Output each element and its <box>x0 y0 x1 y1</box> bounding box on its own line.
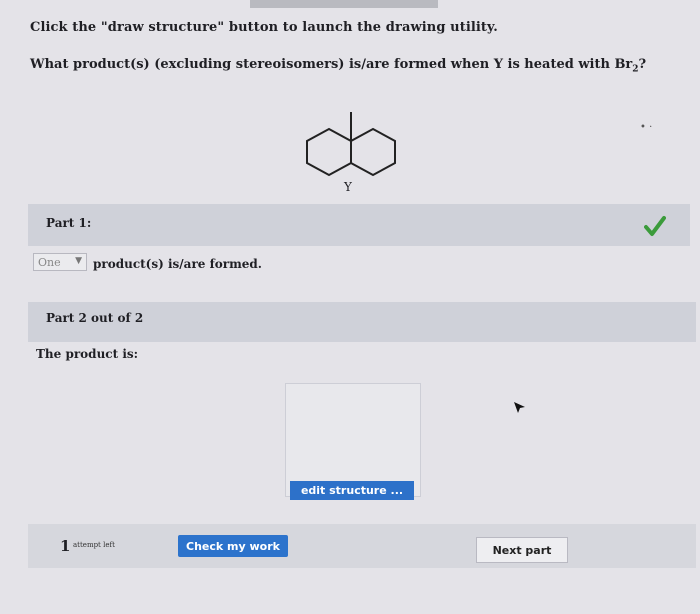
molecule-label: Y <box>344 180 352 194</box>
part1-header: Part 1: <box>28 204 690 246</box>
part2-header: Part 2 out of 2 <box>28 302 696 342</box>
top-bar <box>250 0 438 8</box>
product-count-select[interactable]: One ▼ <box>33 253 87 271</box>
product-prompt: The product is: <box>36 347 139 361</box>
instructions-text: Click the "draw structure" button to lau… <box>30 20 498 35</box>
edit-structure-button[interactable]: edit structure ... <box>290 481 414 500</box>
question-suffix: ? <box>638 57 647 72</box>
product-count-value: One <box>38 255 61 269</box>
question-text: What product(s) (excluding stereoisomers… <box>30 57 646 75</box>
part1-label: Part 1: <box>46 216 92 230</box>
stray-marks: • · <box>640 122 653 133</box>
molecule-structure <box>306 112 396 177</box>
products-formed-text: product(s) is/are formed. <box>93 257 262 271</box>
check-my-work-button[interactable]: Check my work <box>178 535 288 557</box>
structure-drawing-area[interactable] <box>285 383 421 497</box>
right-ring <box>350 127 396 177</box>
part2-label: Part 2 out of 2 <box>46 311 144 325</box>
attempts-number: 1 <box>60 537 71 555</box>
footer-bar: 1 attempt left Check my work Next part <box>28 524 696 568</box>
chevron-down-icon: ▼ <box>75 256 82 266</box>
mouse-cursor-icon <box>514 402 525 413</box>
check-icon <box>644 216 666 236</box>
next-part-button[interactable]: Next part <box>476 537 568 563</box>
question-prefix: What product(s) (excluding stereoisomers… <box>30 57 633 72</box>
attempts-text: attempt left <box>73 541 115 549</box>
left-ring <box>306 127 352 177</box>
